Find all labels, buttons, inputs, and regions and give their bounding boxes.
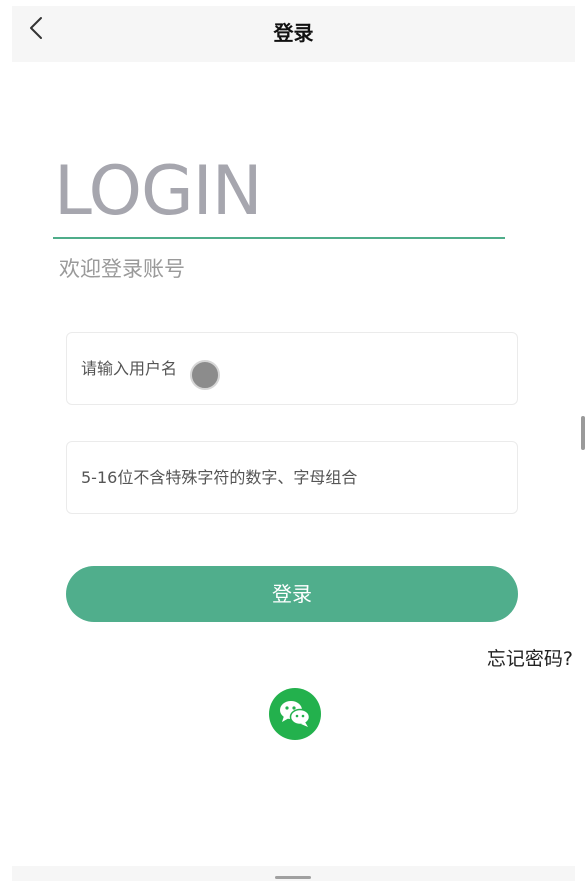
scrollbar-handle[interactable] — [581, 416, 585, 450]
navigation-bar: 登录 — [12, 6, 575, 62]
forgot-password-link[interactable]: 忘记密码? — [487, 646, 573, 672]
username-input[interactable] — [81, 333, 501, 404]
password-field-container — [66, 441, 518, 514]
wechat-icon — [280, 701, 311, 727]
login-button[interactable]: 登录 — [66, 566, 518, 622]
touch-indicator — [190, 360, 220, 390]
welcome-subtitle: 欢迎登录账号 — [59, 257, 185, 281]
username-field-container — [66, 332, 518, 405]
home-indicator — [275, 876, 311, 879]
wechat-login-button[interactable] — [269, 688, 321, 740]
login-screen: 登录 LOGIN 欢迎登录账号 登录 忘记密码? — [12, 6, 575, 866]
heading-divider — [53, 237, 505, 239]
password-input[interactable] — [81, 442, 501, 513]
login-heading: LOGIN — [54, 152, 263, 231]
page-title: 登录 — [273, 21, 314, 45]
